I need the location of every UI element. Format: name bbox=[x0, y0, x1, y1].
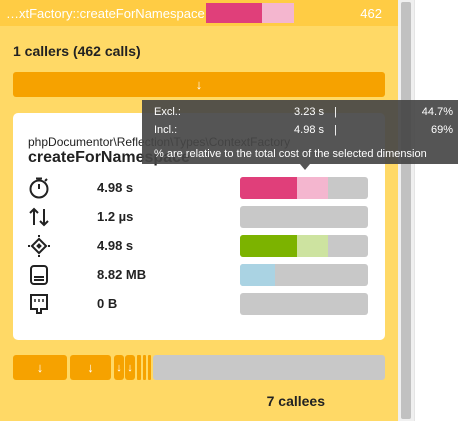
callers-heading: 1 callers (462 calls) bbox=[13, 43, 141, 59]
callees-bar: ↓ ↓ ↓ ↓ bbox=[13, 355, 385, 380]
network-port-icon bbox=[30, 294, 48, 314]
side-area bbox=[414, 0, 458, 421]
metric-value-io: 1.2 µs bbox=[97, 209, 134, 224]
caller-node-bar[interactable]: …xtFactory::createForNamespace 462 bbox=[0, 0, 398, 26]
metric-gauge-cpu bbox=[240, 235, 368, 257]
tooltip-incl-label: Incl.: bbox=[154, 124, 178, 136]
metric-gauge-excl bbox=[240, 235, 298, 257]
tooltip-separator: | bbox=[334, 124, 337, 136]
metric-gauge-memory bbox=[240, 264, 368, 286]
expand-callee-button-3[interactable]: ↓ bbox=[114, 355, 124, 380]
metric-gauge-time bbox=[240, 177, 368, 199]
metric-row-network: 0 B bbox=[13, 290, 385, 318]
tooltip-caret bbox=[300, 164, 310, 170]
callees-heading: 7 callees bbox=[266, 393, 325, 409]
vertical-scrollbar[interactable] bbox=[398, 0, 414, 421]
metric-gauge-io bbox=[240, 206, 368, 228]
caller-node-title[interactable]: …xtFactory::createForNamespace bbox=[6, 6, 205, 21]
caller-call-count: 462 bbox=[360, 6, 382, 21]
expand-callee-button-6[interactable] bbox=[143, 355, 146, 380]
expand-callee-button-5[interactable] bbox=[137, 355, 141, 380]
metric-gauge-excl bbox=[240, 177, 298, 199]
tooltip-incl-percent: 69% bbox=[430, 124, 453, 136]
tooltip-note: % are relative to the total cost of the … bbox=[154, 148, 427, 160]
metric-row-time: 4.98 s bbox=[13, 174, 385, 202]
up-down-arrows-icon bbox=[29, 207, 49, 227]
memory-icon bbox=[30, 265, 48, 285]
tooltip-incl-value: 4.98 s bbox=[294, 124, 324, 136]
expand-callers-button[interactable]: ↓ bbox=[13, 72, 385, 97]
expand-callee-button-4[interactable]: ↓ bbox=[125, 355, 135, 380]
cost-tooltip: Excl.: 3.23 s | 44.7% Incl.: 4.98 s | 69… bbox=[142, 100, 458, 170]
tooltip-excl-label: Excl.: bbox=[154, 106, 181, 118]
tooltip-separator: | bbox=[334, 106, 337, 118]
metric-row-io: 1.2 µs bbox=[13, 203, 385, 231]
metric-row-cpu: 4.98 s bbox=[13, 232, 385, 260]
metric-value-cpu: 4.98 s bbox=[97, 238, 134, 253]
callees-remaining-bar bbox=[153, 355, 385, 380]
expand-callee-button-1[interactable]: ↓ bbox=[13, 355, 67, 380]
expand-callee-button-2[interactable]: ↓ bbox=[70, 355, 111, 380]
tooltip-excl-value: 3.23 s bbox=[294, 106, 324, 118]
arrow-down-icon: ↓ bbox=[36, 360, 44, 375]
arrow-down-icon: ↓ bbox=[195, 77, 203, 92]
metric-value-memory: 8.82 MB bbox=[97, 267, 147, 282]
tooltip-excl-percent: 44.7% bbox=[421, 106, 453, 118]
metric-gauge-network bbox=[240, 293, 368, 315]
arrow-down-icon: ↓ bbox=[116, 361, 122, 374]
expand-callee-button-7[interactable] bbox=[148, 355, 151, 380]
stopwatch-icon bbox=[29, 177, 49, 199]
cpu-chip-icon bbox=[28, 235, 50, 257]
scrollbar-thumb[interactable] bbox=[401, 2, 411, 419]
arrow-down-icon: ↓ bbox=[87, 360, 94, 375]
caller-cost-bar-excl bbox=[206, 3, 262, 23]
metric-gauge-incl bbox=[240, 264, 275, 286]
metric-value-network: 0 B bbox=[97, 296, 118, 311]
call-graph-panel: …xtFactory::createForNamespace 462 1 cal… bbox=[0, 0, 398, 421]
caller-cost-bar bbox=[206, 3, 294, 23]
metric-row-memory: 8.82 MB bbox=[13, 261, 385, 289]
metric-value-time: 4.98 s bbox=[97, 180, 134, 195]
arrow-down-icon: ↓ bbox=[127, 361, 133, 374]
